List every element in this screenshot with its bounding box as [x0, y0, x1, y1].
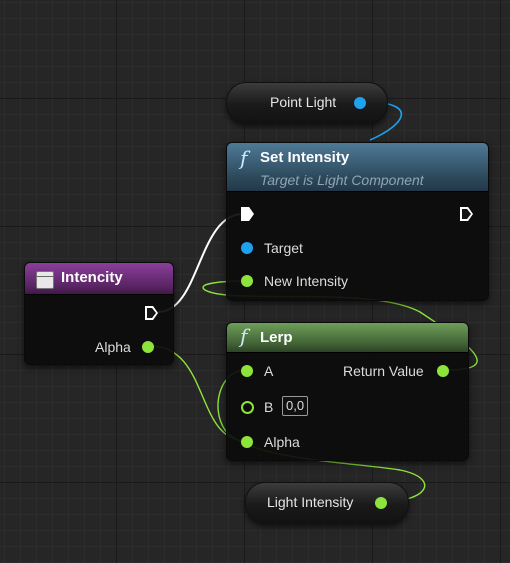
set-intensity-title: Set Intensity	[260, 149, 350, 166]
light-intensity-output-pin[interactable]	[375, 497, 387, 509]
intencity-title: Intencity	[61, 269, 123, 286]
lerp-b-default-input[interactable]: 0,0	[282, 396, 309, 416]
lerp-return-label: Return Value	[343, 363, 424, 379]
intencity-exec-out-pin[interactable]	[145, 306, 158, 320]
set-intensity-node[interactable]: f Set Intensity Target is Light Componen…	[226, 142, 489, 301]
light-intensity-label: Light Intensity	[267, 494, 354, 510]
set-intensity-target-pin[interactable]	[241, 242, 253, 254]
set-intensity-subtitle: Target is Light Component	[260, 172, 424, 188]
light-intensity-node[interactable]: Light Intensity	[245, 482, 409, 524]
lerp-alpha-label: Alpha	[264, 434, 300, 450]
set-intensity-target-label: Target	[264, 240, 303, 256]
lerp-node[interactable]: f Lerp A Return Value B 0,0 Alpha	[226, 322, 469, 461]
lerp-b-pin[interactable]	[241, 401, 254, 414]
point-light-output-pin[interactable]	[354, 97, 366, 109]
set-intensity-exec-out-pin[interactable]	[460, 207, 473, 221]
lerp-return-pin[interactable]	[437, 365, 449, 377]
function-icon: f	[240, 324, 248, 348]
function-icon: f	[240, 146, 248, 170]
intencity-node[interactable]: Intencity Alpha	[24, 262, 174, 365]
intencity-alpha-label: Alpha	[95, 339, 131, 355]
set-intensity-exec-in-pin[interactable]	[241, 207, 254, 221]
point-light-node[interactable]: Point Light	[226, 82, 388, 124]
point-light-label: Point Light	[270, 94, 337, 110]
lerp-a-pin[interactable]	[241, 365, 253, 377]
lerp-alpha-pin[interactable]	[241, 436, 253, 448]
lerp-b-label: B	[264, 399, 274, 415]
set-intensity-header: f Set Intensity Target is Light Componen…	[227, 143, 488, 192]
set-intensity-new-intensity-pin[interactable]	[241, 275, 253, 287]
lerp-title: Lerp	[260, 329, 293, 346]
intencity-header: Intencity	[25, 263, 173, 295]
intencity-alpha-pin[interactable]	[142, 341, 154, 353]
set-intensity-new-intensity-label: New Intensity	[264, 273, 349, 289]
struct-icon	[36, 271, 54, 289]
lerp-header: f Lerp	[227, 323, 468, 353]
lerp-a-label: A	[264, 363, 274, 379]
